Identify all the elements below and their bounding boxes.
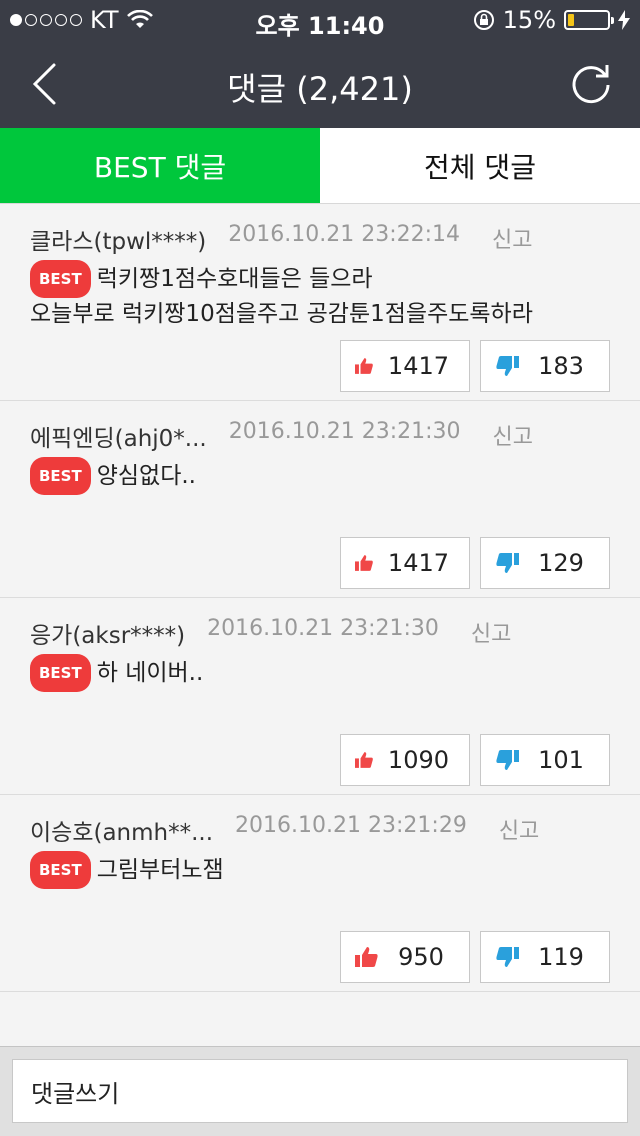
comment-date: 2016.10.21 23:21:30	[228, 419, 461, 444]
comment-author[interactable]: 클라스(tpwl****)	[30, 222, 206, 256]
dislike-count: 101	[538, 746, 584, 774]
comment-item: 응가(aksr****) 2016.10.21 23:21:30 신고 BEST…	[0, 598, 640, 795]
status-bar: KT 오후 11:40 15%	[0, 0, 640, 40]
comment-date: 2016.10.21 23:21:30	[207, 616, 439, 641]
dislike-button[interactable]: 101	[480, 734, 610, 786]
comment-meta: 이승호(anmh**... 2016.10.21 23:21:29 신고	[30, 813, 539, 847]
vote-buttons: 1090 101	[340, 734, 610, 786]
thumbs-up-icon	[355, 358, 373, 374]
refresh-icon	[572, 65, 610, 104]
comment-author[interactable]: 에픽엔딩(ahj0*...	[30, 419, 207, 453]
like-button[interactable]: 950	[340, 931, 470, 983]
nav-bar: 댓글 (2,421)	[0, 40, 640, 128]
best-badge: BEST	[30, 260, 91, 298]
vote-buttons: 1417 129	[340, 537, 610, 589]
comment-text: 그림부터노잼	[96, 857, 224, 883]
report-button[interactable]: 신고	[492, 222, 532, 256]
like-count: 950	[398, 943, 444, 971]
comment-item: 클라스(tpwl****) 2016.10.21 23:22:14 신고 BES…	[0, 204, 640, 401]
comment-tabs: BEST 댓글 전체 댓글	[0, 128, 640, 204]
thumbs-down-icon	[496, 947, 519, 967]
thumbs-down-icon	[496, 553, 519, 573]
comment-text: 럭키짱1점수호대들은 들으라	[96, 266, 373, 292]
tab-best-comments[interactable]: BEST 댓글	[0, 128, 320, 203]
comment-composer: 댓글쓰기	[0, 1046, 640, 1136]
comment-meta: 클라스(tpwl****) 2016.10.21 23:22:14 신고	[30, 222, 533, 256]
like-count: 1417	[387, 549, 449, 577]
thumbs-down-icon	[496, 356, 519, 376]
battery-icon	[564, 10, 614, 30]
like-count: 1090	[387, 746, 449, 774]
dislike-count: 129	[538, 549, 584, 577]
comment-author[interactable]: 응가(aksr****)	[30, 616, 185, 650]
dislike-button[interactable]: 183	[480, 340, 610, 392]
comment-date: 2016.10.21 23:22:14	[228, 222, 461, 247]
best-badge: BEST	[30, 654, 91, 692]
dislike-button[interactable]: 129	[480, 537, 610, 589]
refresh-button[interactable]	[566, 58, 616, 108]
like-button[interactable]: 1417	[340, 537, 470, 589]
battery-percent: 15%	[502, 6, 556, 34]
comment-text: 하 네이버..	[96, 660, 204, 686]
page-title: 댓글 (2,421)	[227, 70, 413, 108]
comment-list[interactable]: 클라스(tpwl****) 2016.10.21 23:22:14 신고 BES…	[0, 204, 640, 1046]
dislike-button[interactable]: 119	[480, 931, 610, 983]
dislike-count: 119	[538, 943, 584, 971]
thumbs-up-icon	[355, 555, 373, 571]
tab-all-comments[interactable]: 전체 댓글	[320, 128, 640, 203]
thumbs-down-icon	[496, 750, 519, 770]
report-button[interactable]: 신고	[499, 813, 539, 847]
comment-body: BEST 그림부터노잼	[30, 851, 224, 889]
report-button[interactable]: 신고	[471, 616, 511, 650]
report-button[interactable]: 신고	[493, 419, 533, 453]
comment-text: 양심없다..	[96, 463, 196, 489]
rotation-lock-icon	[473, 10, 494, 30]
like-count: 1417	[387, 352, 449, 380]
vote-buttons: 950 119	[340, 931, 610, 983]
comment-body: BEST 럭키짱1점수호대들은 들으라 오늘부로 럭키짱10점을주고 공감툰1점을…	[30, 260, 533, 330]
best-badge: BEST	[30, 851, 91, 889]
comment-text-line2: 오늘부로 럭키짱10점을주고 공감툰1점을주도록하라	[30, 301, 533, 327]
comment-item: 이승호(anmh**... 2016.10.21 23:21:29 신고 BES…	[0, 795, 640, 992]
comment-meta: 응가(aksr****) 2016.10.21 23:21:30 신고	[30, 616, 511, 650]
comment-item: 에픽엔딩(ahj0*... 2016.10.21 23:21:30 신고 BES…	[0, 401, 640, 598]
vote-buttons: 1417 183	[340, 340, 610, 392]
thumbs-up-icon	[355, 947, 378, 967]
status-right: 15%	[473, 6, 630, 34]
comment-input[interactable]: 댓글쓰기	[12, 1059, 628, 1123]
like-button[interactable]: 1417	[340, 340, 470, 392]
comment-meta: 에픽엔딩(ahj0*... 2016.10.21 23:21:30 신고	[30, 419, 533, 453]
comment-author[interactable]: 이승호(anmh**...	[30, 813, 213, 847]
thumbs-up-icon	[355, 752, 373, 768]
comment-body: BEST 하 네이버..	[30, 654, 203, 692]
charging-bolt-icon	[618, 10, 630, 30]
like-button[interactable]: 1090	[340, 734, 470, 786]
comment-date: 2016.10.21 23:21:29	[235, 813, 467, 838]
comment-body: BEST 양심없다..	[30, 457, 196, 495]
best-badge: BEST	[30, 457, 91, 495]
dislike-count: 183	[538, 352, 584, 380]
